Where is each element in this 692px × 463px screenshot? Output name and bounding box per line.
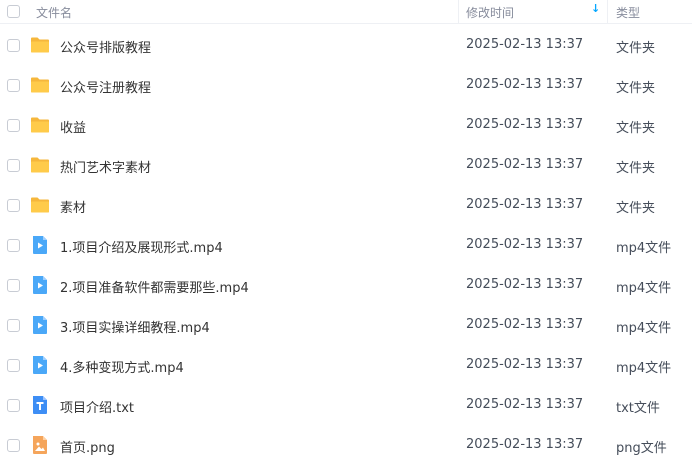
file-name[interactable]: 公众号排版教程: [60, 37, 151, 56]
file-modified-time: 2025-02-13 13:37: [466, 157, 584, 172]
folder-icon: [31, 197, 49, 213]
file-type: mp4文件: [616, 241, 672, 256]
row-checkbox[interactable]: [7, 359, 20, 372]
file-type: 文件夹: [616, 161, 656, 176]
file-modified-time: 2025-02-13 13:37: [466, 77, 584, 92]
image-file-icon: [33, 436, 47, 454]
sort-descending-icon[interactable]: ↓: [591, 2, 600, 15]
row-checkbox[interactable]: [7, 159, 20, 172]
file-modified-time: 2025-02-13 13:37: [466, 317, 584, 332]
file-type: mp4文件: [616, 361, 672, 376]
file-modified-time: 2025-02-13 13:37: [466, 397, 584, 412]
file-name[interactable]: 3.项目实操详细教程.mp4: [60, 317, 210, 336]
file-name[interactable]: 热门艺术字素材: [60, 157, 151, 176]
video-icon: [33, 316, 47, 334]
file-row[interactable]: 4.多种变现方式.mp4 2025-02-13 13:37 mp4文件: [0, 346, 692, 386]
folder-icon: [31, 117, 49, 133]
file-name[interactable]: 收益: [60, 117, 86, 136]
file-name[interactable]: 4.多种变现方式.mp4: [60, 357, 184, 376]
file-row[interactable]: 公众号注册教程 2025-02-13 13:37 文件夹: [0, 66, 692, 106]
file-name[interactable]: 项目介绍.txt: [60, 397, 134, 416]
file-name[interactable]: 2.项目准备软件都需要那些.mp4: [60, 277, 249, 296]
file-modified-time: 2025-02-13 13:37: [466, 437, 584, 452]
file-modified-time: 2025-02-13 13:37: [466, 277, 584, 292]
file-type: 文件夹: [616, 81, 656, 96]
file-row[interactable]: 1.项目介绍及展现形式.mp4 2025-02-13 13:37 mp4文件: [0, 226, 692, 266]
file-row[interactable]: 公众号排版教程 2025-02-13 13:37 文件夹: [0, 26, 692, 66]
file-type: txt文件: [616, 401, 660, 416]
column-header-name[interactable]: 文件名: [36, 4, 72, 21]
file-name[interactable]: 素材: [60, 197, 86, 216]
column-divider[interactable]: [607, 0, 608, 24]
file-type: mp4文件: [616, 321, 672, 336]
folder-icon: [31, 37, 49, 53]
row-checkbox[interactable]: [7, 199, 20, 212]
file-row[interactable]: 热门艺术字素材 2025-02-13 13:37 文件夹: [0, 146, 692, 186]
file-row[interactable]: 收益 2025-02-13 13:37 文件夹: [0, 106, 692, 146]
row-checkbox[interactable]: [7, 79, 20, 92]
file-row[interactable]: 2.项目准备软件都需要那些.mp4 2025-02-13 13:37 mp4文件: [0, 266, 692, 306]
column-header-type[interactable]: 类型: [616, 4, 640, 21]
file-row[interactable]: 素材 2025-02-13 13:37 文件夹: [0, 186, 692, 226]
column-header-modified-time[interactable]: 修改时间: [466, 4, 514, 21]
file-name[interactable]: 公众号注册教程: [60, 77, 151, 96]
file-modified-time: 2025-02-13 13:37: [466, 197, 584, 212]
file-modified-time: 2025-02-13 13:37: [466, 37, 584, 52]
file-modified-time: 2025-02-13 13:37: [466, 237, 584, 252]
file-modified-time: 2025-02-13 13:37: [466, 357, 584, 372]
file-list-header: 文件名 修改时间 ↓ 类型: [0, 0, 692, 24]
video-icon: [33, 236, 47, 254]
file-type: png文件: [616, 441, 667, 456]
row-checkbox[interactable]: [7, 439, 20, 452]
folder-icon: [31, 157, 49, 173]
file-name[interactable]: 1.项目介绍及展现形式.mp4: [60, 237, 223, 256]
row-checkbox[interactable]: [7, 279, 20, 292]
file-modified-time: 2025-02-13 13:37: [466, 117, 584, 132]
file-name[interactable]: 首页.png: [60, 437, 115, 456]
text-file-icon: [33, 396, 47, 414]
row-checkbox[interactable]: [7, 319, 20, 332]
video-icon: [33, 276, 47, 294]
file-type: 文件夹: [616, 201, 656, 216]
file-row[interactable]: 3.项目实操详细教程.mp4 2025-02-13 13:37 mp4文件: [0, 306, 692, 346]
file-type: 文件夹: [616, 41, 656, 56]
file-type: 文件夹: [616, 121, 656, 136]
file-row[interactable]: 项目介绍.txt 2025-02-13 13:37 txt文件: [0, 386, 692, 426]
row-checkbox[interactable]: [7, 39, 20, 52]
select-all-checkbox[interactable]: [7, 5, 20, 18]
folder-icon: [31, 77, 49, 93]
file-type: mp4文件: [616, 281, 672, 296]
row-checkbox[interactable]: [7, 239, 20, 252]
file-row[interactable]: 首页.png 2025-02-13 13:37 png文件: [0, 426, 692, 463]
row-checkbox[interactable]: [7, 399, 20, 412]
video-icon: [33, 356, 47, 374]
row-checkbox[interactable]: [7, 119, 20, 132]
column-divider[interactable]: [458, 0, 459, 24]
